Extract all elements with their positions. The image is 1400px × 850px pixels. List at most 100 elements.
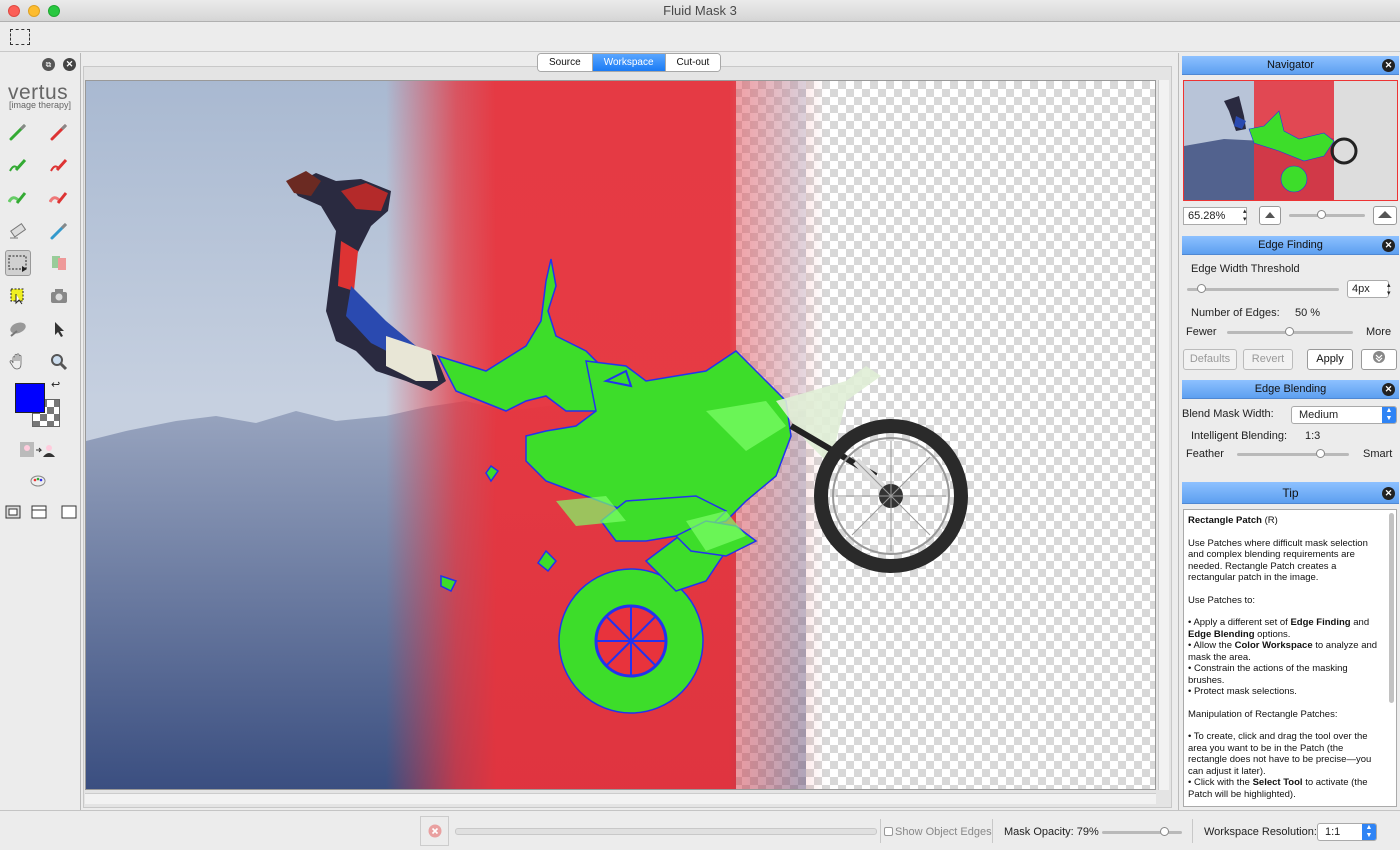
stop-icon xyxy=(428,824,441,838)
palette-icon[interactable] xyxy=(25,468,51,494)
camera-icon[interactable] xyxy=(46,283,72,309)
patch-brush-icon[interactable] xyxy=(46,250,72,276)
fewer-label: Fewer xyxy=(1186,326,1217,338)
edge-width-stepper-icon[interactable]: ▴ ▾ xyxy=(1387,282,1391,298)
status-separator xyxy=(992,819,993,843)
navigator-thumbnail[interactable] xyxy=(1183,80,1398,201)
edge-width-slider-knob[interactable] xyxy=(1197,284,1207,293)
intelligent-blending-slider-knob[interactable] xyxy=(1316,449,1325,458)
edge-blending-header: Edge Blending ✕ xyxy=(1182,380,1399,399)
compare-people-icon[interactable] xyxy=(16,437,60,463)
close-edge-blending-icon[interactable]: ✕ xyxy=(1382,383,1395,396)
intelligent-blending-label: Intelligent Blending: xyxy=(1191,430,1288,442)
tip-scrollbar[interactable] xyxy=(1389,513,1394,703)
zoom-slider-track[interactable] xyxy=(1289,214,1365,217)
foreground-color-swatch[interactable] xyxy=(15,383,45,413)
hand-icon[interactable] xyxy=(5,349,31,375)
progress-bar xyxy=(455,828,877,835)
tip-content: Rectangle Patch (R) Use Patches where di… xyxy=(1183,509,1397,807)
mountain-large-icon xyxy=(1378,211,1392,218)
navigator-image xyxy=(1184,81,1397,200)
mask-opacity-slider-knob[interactable] xyxy=(1160,827,1170,836)
rectangle-select-icon[interactable] xyxy=(10,29,30,45)
tab-workspace[interactable]: Workspace xyxy=(592,54,666,71)
red-gradient-brush-icon[interactable] xyxy=(46,185,72,211)
tip-title: Tip xyxy=(1282,486,1299,500)
stop-button[interactable] xyxy=(420,816,449,846)
select-arrows-icon: ▲ ▼ xyxy=(1382,407,1396,423)
swap-colors-icon[interactable]: ↩ xyxy=(51,378,60,391)
status-bar: Show Object Edges Mask Opacity: 79% Work… xyxy=(0,810,1400,850)
edge-finding-title: Edge Finding xyxy=(1258,239,1323,251)
navigator-header: Navigator ✕ xyxy=(1182,56,1399,75)
close-edge-finding-icon[interactable]: ✕ xyxy=(1382,239,1395,252)
defaults-button[interactable]: Defaults xyxy=(1183,349,1237,370)
status-separator xyxy=(880,819,881,843)
zoom-icon[interactable] xyxy=(46,349,72,375)
edge-width-field[interactable]: 4px xyxy=(1347,280,1389,298)
more-label: More xyxy=(1366,326,1392,338)
view-mode-2-icon[interactable] xyxy=(26,499,52,525)
zoom-level-field[interactable]: 65.28% xyxy=(1183,207,1247,225)
navigator-title: Navigator xyxy=(1266,59,1315,71)
title-bar: Fluid Mask 3 xyxy=(0,0,1400,22)
intelligent-blending-slider-track[interactable] xyxy=(1237,453,1349,456)
revert-button[interactable]: Revert xyxy=(1243,349,1293,370)
tip-manip-heading: Manipulation of Rectangle Patches: xyxy=(1188,708,1338,720)
tip-manip-2: • Click with the Select Tool to activate… xyxy=(1188,777,1368,800)
eraser-icon[interactable] xyxy=(5,218,31,244)
green-gradient-brush-icon[interactable] xyxy=(5,185,31,211)
status-separator xyxy=(1192,819,1193,843)
zoom-out-button[interactable] xyxy=(1259,206,1281,225)
pointer-icon[interactable] xyxy=(46,316,72,342)
blue-brush-icon[interactable] xyxy=(46,218,72,244)
mask-opacity-slider-track[interactable] xyxy=(1102,831,1182,834)
window-title: Fluid Mask 3 xyxy=(663,3,737,18)
workspace-resolution-label: Workspace Resolution: xyxy=(1204,826,1317,838)
tip-heading: Rectangle Patch xyxy=(1188,515,1262,526)
chevron-down-icon xyxy=(1373,351,1385,363)
workspace-canvas[interactable] xyxy=(85,80,1156,790)
view-mode-1-icon[interactable] xyxy=(0,499,26,525)
toolbar xyxy=(0,22,1400,52)
tip-shortcut: (R) xyxy=(1264,515,1278,526)
green-edge-brush-icon[interactable] xyxy=(5,152,31,178)
tip-intro: Use Patches where difficult mask selecti… xyxy=(1188,537,1368,584)
zoom-slider-knob[interactable] xyxy=(1317,210,1326,219)
logo-tagline: [image therapy] xyxy=(9,100,72,110)
canvas-vertical-scrollbar[interactable] xyxy=(1158,80,1169,790)
tab-source[interactable]: Source xyxy=(538,54,593,71)
rectangle-patch-icon[interactable] xyxy=(5,250,31,276)
blend-mask-width-select[interactable]: Medium ▲ ▼ xyxy=(1291,406,1397,424)
red-edge-brush-icon[interactable] xyxy=(46,152,72,178)
edge-blending-title: Edge Blending xyxy=(1254,383,1327,395)
workspace-image xyxy=(86,81,1155,789)
tip-bullet-4: • Protect mask selections. xyxy=(1188,686,1297,697)
zoom-in-button[interactable] xyxy=(1373,206,1397,225)
smudge-icon[interactable] xyxy=(5,316,31,342)
canvas-horizontal-scrollbar[interactable] xyxy=(85,793,1156,804)
mask-opacity-label: Mask Opacity: 79% xyxy=(1004,826,1099,838)
edges-slider-knob[interactable] xyxy=(1285,327,1294,336)
workspace-resolution-select[interactable]: 1:1 ▲ ▼ xyxy=(1317,823,1377,841)
tab-cut-out[interactable]: Cut-out xyxy=(665,54,721,71)
green-brush-icon[interactable] xyxy=(5,119,31,145)
select-patch-icon[interactable] xyxy=(5,283,31,309)
smart-label: Smart xyxy=(1363,448,1393,460)
edge-width-slider-track[interactable] xyxy=(1187,288,1339,291)
view-mode-3-icon[interactable] xyxy=(56,499,82,525)
view-tabs: Source Workspace Cut-out xyxy=(537,53,722,72)
float-panel-icon[interactable]: ⧉ xyxy=(42,58,55,71)
show-object-edges-checkbox[interactable] xyxy=(884,827,893,836)
feather-label: Feather xyxy=(1186,448,1224,460)
close-navigator-icon[interactable]: ✕ xyxy=(1382,59,1395,72)
tip-use-heading: Use Patches to: xyxy=(1188,594,1256,606)
expand-options-button[interactable] xyxy=(1361,349,1397,370)
show-object-edges-label: Show Object Edges xyxy=(895,826,992,838)
apply-button[interactable]: Apply xyxy=(1307,349,1353,370)
close-tip-icon[interactable]: ✕ xyxy=(1382,487,1395,500)
intelligent-blending-value: 1:3 xyxy=(1305,430,1321,442)
close-panel-icon[interactable]: ✕ xyxy=(63,58,76,71)
red-brush-icon[interactable] xyxy=(46,119,72,145)
zoom-stepper-icon[interactable]: ▴ ▾ xyxy=(1243,208,1247,224)
